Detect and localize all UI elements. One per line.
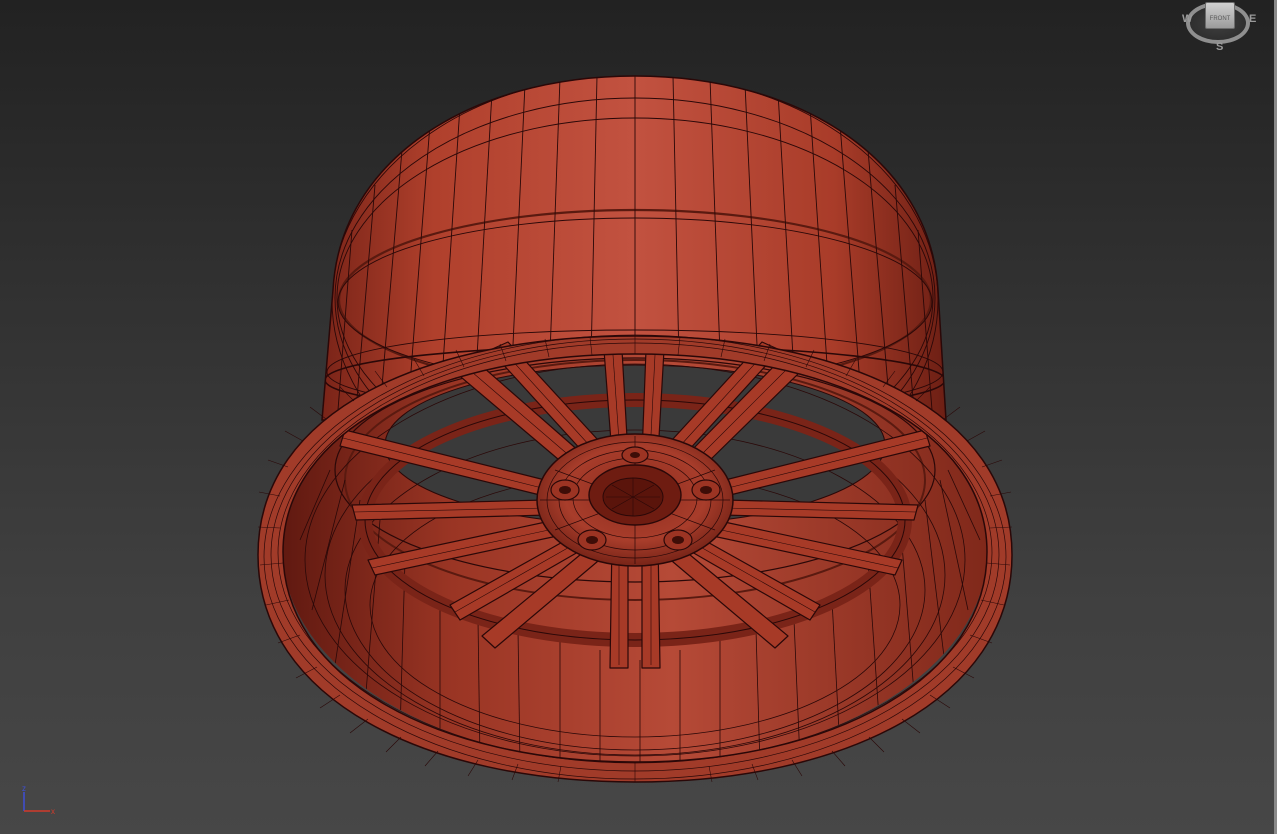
wheel-rim-model[interactable] <box>0 0 1277 834</box>
3d-viewport[interactable]: FRONT W E S z x <box>0 0 1277 834</box>
z-axis-label: z <box>22 784 26 793</box>
compass-west-label[interactable]: W <box>1182 13 1192 25</box>
viewcube-front-face[interactable]: FRONT <box>1205 2 1235 29</box>
compass-east-label[interactable]: E <box>1249 13 1256 25</box>
compass-south-label[interactable]: S <box>1216 41 1223 53</box>
axis-tripod-icon: z x <box>22 784 55 816</box>
viewcube-widget[interactable]: FRONT W E S <box>1178 0 1270 60</box>
x-axis-label: x <box>51 807 55 816</box>
